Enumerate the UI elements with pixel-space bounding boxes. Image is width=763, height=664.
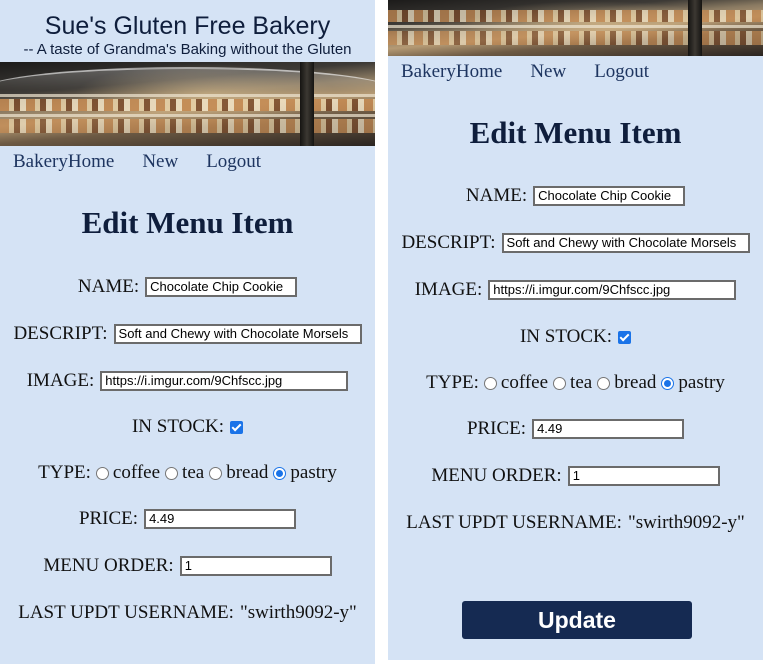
type-tea-label: tea [182, 462, 205, 483]
type-row: TYPE: coffee tea bread pastry [388, 371, 763, 395]
page-title: Edit Menu Item [81, 205, 294, 240]
name-label: NAME: [77, 276, 140, 297]
type-coffee-label: coffee [500, 372, 549, 393]
menu-order-field[interactable]: 1 [567, 466, 720, 486]
menu-order-label: MENU ORDER: [431, 465, 562, 486]
in-stock-label: IN STOCK: [131, 416, 225, 437]
type-bread-label: bread [614, 372, 657, 393]
last-updt-value: "swirth9092-y" [239, 602, 357, 623]
nav-bar: BakeryHome New Logout [388, 60, 649, 84]
in-stock-label: IN STOCK: [519, 326, 613, 347]
bakery-banner-image [0, 62, 375, 146]
bakery-banner-image [388, 0, 763, 56]
right-panel: BakeryHome New Logout Edit Menu Item NAM… [388, 0, 763, 660]
nav-logout-link[interactable]: Logout [594, 61, 649, 83]
menu-order-label: MENU ORDER: [43, 555, 174, 576]
type-coffee-radio[interactable] [95, 466, 109, 480]
type-pastry-radio[interactable] [273, 466, 287, 480]
nav-logout-link[interactable]: Logout [206, 151, 261, 173]
last-updt-row: LAST UPDT USERNAME: "swirth9092-y" [388, 511, 763, 535]
menu-order-row: MENU ORDER: 1 [0, 554, 375, 578]
type-coffee-label: coffee [112, 462, 161, 483]
page-title: Edit Menu Item [469, 115, 682, 150]
in-stock-row: IN STOCK: [0, 415, 375, 439]
price-field[interactable]: 4.49 [532, 419, 685, 439]
type-row: TYPE: coffee tea bread pastry [0, 461, 375, 485]
type-bread-radio[interactable] [597, 376, 611, 390]
price-row: PRICE: 4.49 [0, 507, 375, 531]
name-row: NAME: Chocolate Chip Cookie [0, 275, 375, 299]
name-row: NAME: Chocolate Chip Cookie [388, 184, 763, 208]
in-stock-row: IN STOCK: [388, 325, 763, 349]
update-button[interactable]: Update [462, 601, 692, 639]
name-field[interactable]: Chocolate Chip Cookie [533, 186, 686, 206]
site-tagline: -- A taste of Grandma's Baking without t… [23, 41, 352, 58]
last-updt-label: LAST UPDT USERNAME: [18, 602, 234, 623]
price-field[interactable]: 4.49 [144, 509, 297, 529]
image-label: IMAGE: [26, 370, 95, 391]
descript-row: DESCRIPT: Soft and Chewy with Chocolate … [0, 322, 375, 346]
menu-order-field[interactable]: 1 [179, 556, 332, 576]
price-label: PRICE: [78, 508, 139, 529]
type-bread-label: bread [226, 462, 269, 483]
type-tea-radio[interactable] [553, 376, 567, 390]
price-label: PRICE: [466, 418, 527, 439]
last-updt-row: LAST UPDT USERNAME: "swirth9092-y" [0, 601, 375, 625]
image-label: IMAGE: [414, 279, 483, 300]
menu-order-row: MENU ORDER: 1 [388, 464, 763, 488]
last-updt-value: "swirth9092-y" [627, 512, 745, 533]
descript-label: DESCRIPT: [13, 323, 108, 344]
type-label: TYPE: [38, 462, 91, 483]
descript-field[interactable]: Soft and Chewy with Chocolate Morsels [113, 324, 362, 344]
type-tea-label: tea [570, 372, 593, 393]
image-field[interactable]: https://i.imgur.com/9Chfscc.jpg [100, 371, 349, 391]
nav-new-link[interactable]: New [142, 151, 178, 173]
nav-bakery-home-link[interactable]: BakeryHome [13, 151, 114, 173]
descript-field[interactable]: Soft and Chewy with Chocolate Morsels [501, 233, 750, 253]
last-updt-label: LAST UPDT USERNAME: [406, 512, 622, 533]
name-label: NAME: [465, 185, 528, 206]
site-title: Sue's Gluten Free Bakery [44, 12, 331, 40]
type-pastry-label: pastry [290, 462, 337, 483]
left-panel: Sue's Gluten Free Bakery -- A taste of G… [0, 0, 375, 664]
in-stock-checkbox[interactable] [230, 420, 244, 434]
type-label: TYPE: [426, 372, 479, 393]
nav-bar: BakeryHome New Logout [0, 150, 261, 174]
nav-new-link[interactable]: New [530, 61, 566, 83]
nav-bakery-home-link[interactable]: BakeryHome [401, 61, 502, 83]
name-field[interactable]: Chocolate Chip Cookie [145, 277, 298, 297]
image-row: IMAGE: https://i.imgur.com/9Chfscc.jpg [0, 369, 375, 393]
type-pastry-label: pastry [678, 372, 725, 393]
type-tea-radio[interactable] [165, 466, 179, 480]
descript-row: DESCRIPT: Soft and Chewy with Chocolate … [388, 231, 763, 255]
price-row: PRICE: 4.49 [388, 417, 763, 441]
in-stock-checkbox[interactable] [618, 330, 632, 344]
type-coffee-radio[interactable] [483, 376, 497, 390]
image-row: IMAGE: https://i.imgur.com/9Chfscc.jpg [388, 278, 763, 302]
image-field[interactable]: https://i.imgur.com/9Chfscc.jpg [488, 280, 737, 300]
type-pastry-radio[interactable] [661, 376, 675, 390]
descript-label: DESCRIPT: [401, 232, 496, 253]
type-bread-radio[interactable] [209, 466, 223, 480]
